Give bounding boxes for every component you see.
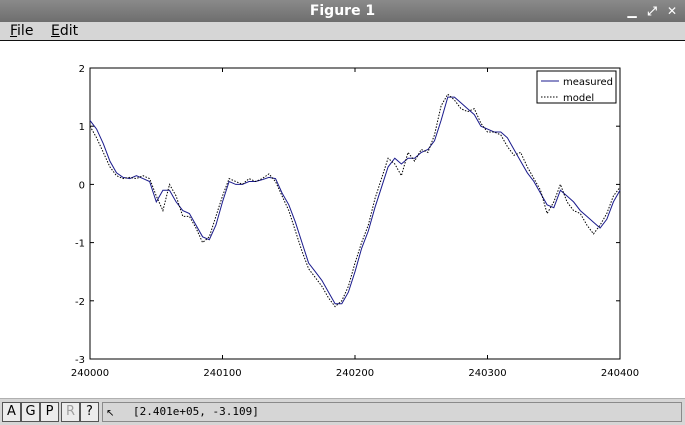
pointer-icon: ↖: [106, 408, 115, 419]
replot-button: R: [61, 402, 80, 422]
y-tick-label: 2: [79, 64, 85, 75]
legend-label-model: model: [563, 93, 594, 104]
menu-edit-label: dit: [59, 23, 79, 39]
close-icon[interactable]: ✕: [665, 4, 679, 18]
grid-toggle-button[interactable]: G: [21, 402, 40, 422]
autoscale-button[interactable]: A: [2, 402, 21, 422]
window-title: Figure 1: [309, 3, 376, 19]
status-bar: A G P R ? ↖ [2.401e+05, -3.109]: [0, 398, 685, 425]
print-button[interactable]: P: [40, 402, 59, 422]
window-controls: ▁ ⤢ ✕: [625, 0, 679, 22]
title-bar[interactable]: Figure 1 ▁ ⤢ ✕: [0, 0, 685, 22]
menu-edit-mnemonic: E: [51, 23, 60, 39]
y-tick-label: -1: [75, 239, 85, 250]
menu-edit[interactable]: Edit: [51, 22, 78, 40]
x-tick-label: 240000: [71, 368, 109, 379]
coordinate-readout: [2.401e+05, -3.109]: [133, 405, 259, 418]
y-tick-label: 0: [79, 180, 85, 191]
menu-bar: File Edit: [0, 22, 685, 41]
x-tick-label: 240400: [601, 368, 639, 379]
maximize-icon[interactable]: ⤢: [645, 4, 659, 18]
y-tick-label: 1: [79, 122, 85, 133]
legend-label-measured: measured: [563, 77, 613, 88]
coordinate-readout-box: ↖ [2.401e+05, -3.109]: [102, 402, 682, 422]
x-tick-label: 240100: [203, 368, 241, 379]
help-button[interactable]: ?: [80, 402, 99, 422]
menu-file[interactable]: File: [10, 22, 33, 40]
y-tick-label: -3: [75, 355, 85, 366]
menu-file-mnemonic: F: [10, 23, 18, 39]
minimize-icon[interactable]: ▁: [625, 4, 639, 18]
line-chart[interactable]: 2 1 0 -1 -2 -3 240000 240100 240200 240300 240400 m…: [0, 41, 685, 398]
plot-frame: [89, 67, 621, 360]
x-tick-label: 240300: [468, 368, 506, 379]
plot-canvas[interactable]: 2 1 0 -1 -2 -3 240000 240100 240200 240300 240400 m…: [0, 41, 685, 398]
menu-file-label: ile: [17, 23, 34, 39]
y-tick-label: -2: [75, 297, 85, 308]
x-tick-label: 240200: [336, 368, 374, 379]
